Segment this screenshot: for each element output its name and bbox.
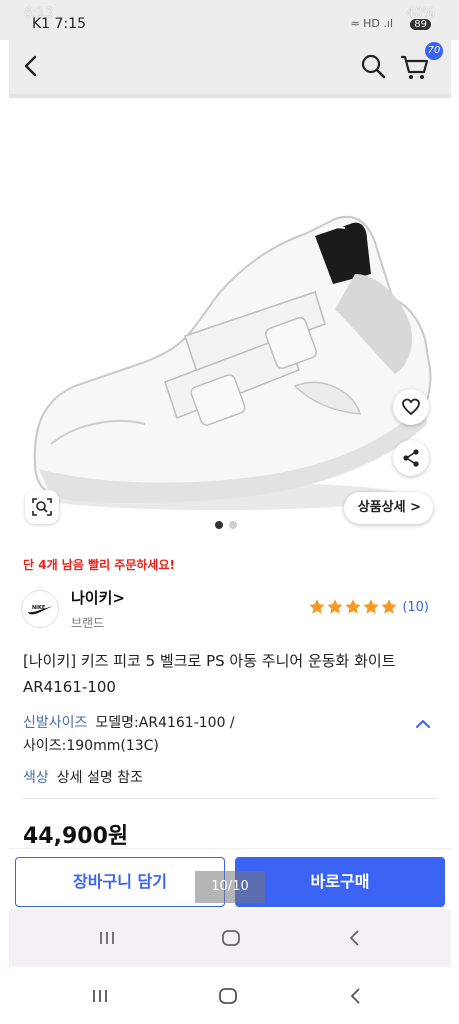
chevron-left-icon (24, 55, 37, 77)
product-price: 44,900원 (23, 824, 129, 849)
carousel-dot (229, 521, 237, 529)
product-image-carousel[interactable]: 상품상세 > (9, 94, 451, 544)
option-size-row: 신발사이즈 모델명:AR4161-100 / (23, 712, 235, 734)
back-nav-button[interactable] (335, 909, 375, 967)
image-page-counter: 10/10 (195, 871, 265, 903)
brand-link[interactable]: 나이키> (71, 587, 125, 608)
back-button[interactable] (19, 52, 45, 80)
color-option-label: 색상 (23, 770, 49, 786)
search-button[interactable] (359, 52, 387, 80)
share-icon (403, 449, 419, 467)
inner-status-time: K1 7:15 (32, 16, 86, 32)
product-title: [나이키] 키즈 피코 5 벨크로 PS 아동 주니어 운동화 화이트 AR41… (23, 652, 396, 696)
size-option-value-line1: 모델명:AR4161-100 / (95, 715, 235, 731)
nike-swoosh-logo: NIKE (28, 605, 53, 615)
outer-recents-button[interactable] (80, 967, 120, 1024)
top-app-bar: 70 (9, 40, 451, 94)
inner-nav-bar (9, 909, 451, 967)
share-button[interactable] (393, 440, 429, 476)
outer-back-button[interactable] (336, 967, 376, 1024)
recents-icon (100, 932, 114, 944)
svg-text:NIKE: NIKE (32, 605, 46, 611)
divider (23, 798, 437, 799)
star-icon (345, 599, 361, 614)
star-icon (309, 599, 325, 614)
brand-caption: 브랜드 (71, 616, 105, 630)
outer-home-button[interactable] (208, 967, 248, 1024)
star-icon (381, 599, 397, 614)
carousel-dot-active (215, 521, 223, 529)
carousel-dots (215, 521, 237, 529)
home-icon (222, 930, 240, 946)
image-search-button[interactable] (25, 490, 59, 524)
option-color-row: 색상 상세 설명 참조 (23, 767, 143, 789)
wishlist-button[interactable] (393, 389, 429, 425)
star-icon (327, 599, 343, 614)
buy-now-button[interactable]: 바로구매 (235, 857, 445, 907)
inner-battery: 89 (410, 19, 431, 30)
outer-nav-bar (0, 967, 459, 1024)
cart-count-badge: 70 (425, 42, 443, 60)
color-option-value: 상세 설명 참조 (56, 770, 143, 786)
brand-logo[interactable]: NIKE (21, 590, 59, 628)
recents-icon (93, 990, 107, 1002)
back-nav-icon (349, 930, 359, 946)
chevron-up-icon (416, 720, 430, 728)
purchase-bar: 장바구니 담기 바로구매 10/10 (9, 848, 451, 910)
lens-search-icon (32, 498, 52, 516)
outer-status-bar: 6:13 K1 7:15 ≈ HD .ıl 40% 89 (0, 0, 459, 40)
size-option-label: 신발사이즈 (23, 715, 88, 731)
low-stock-notice: 단 4개 남음 빨리 주문하세요! (23, 558, 175, 572)
product-shoe-image (33, 215, 432, 510)
app-window: 70 상품상세 > 단 4개 남음 빨리 주문하세요! NIKE 나이키> 브랜… (9, 40, 451, 967)
options-collapse-button[interactable] (413, 714, 433, 734)
heart-icon (402, 398, 420, 416)
add-to-cart-button[interactable]: 장바구니 담기 (15, 857, 225, 907)
home-icon (219, 988, 237, 1004)
star-icon (363, 599, 379, 614)
recents-button[interactable] (87, 909, 127, 967)
search-icon (361, 54, 386, 79)
rating[interactable]: (10) (308, 598, 429, 616)
signal-icons: ≈ HD .ıl (350, 17, 393, 30)
previous-image-strip (9, 94, 451, 98)
review-count: (10) (402, 599, 429, 615)
back-nav-icon (350, 988, 360, 1004)
product-detail-button[interactable]: 상품상세 > (343, 492, 433, 524)
home-button[interactable] (211, 909, 251, 967)
product-page: 상품상세 > 단 4개 남음 빨리 주문하세요! NIKE 나이키> 브랜드 (… (9, 94, 451, 909)
size-option-value-line2: 사이즈:190mm(13C) (23, 738, 159, 754)
option-size-row-cont: 사이즈:190mm(13C) (23, 735, 159, 757)
